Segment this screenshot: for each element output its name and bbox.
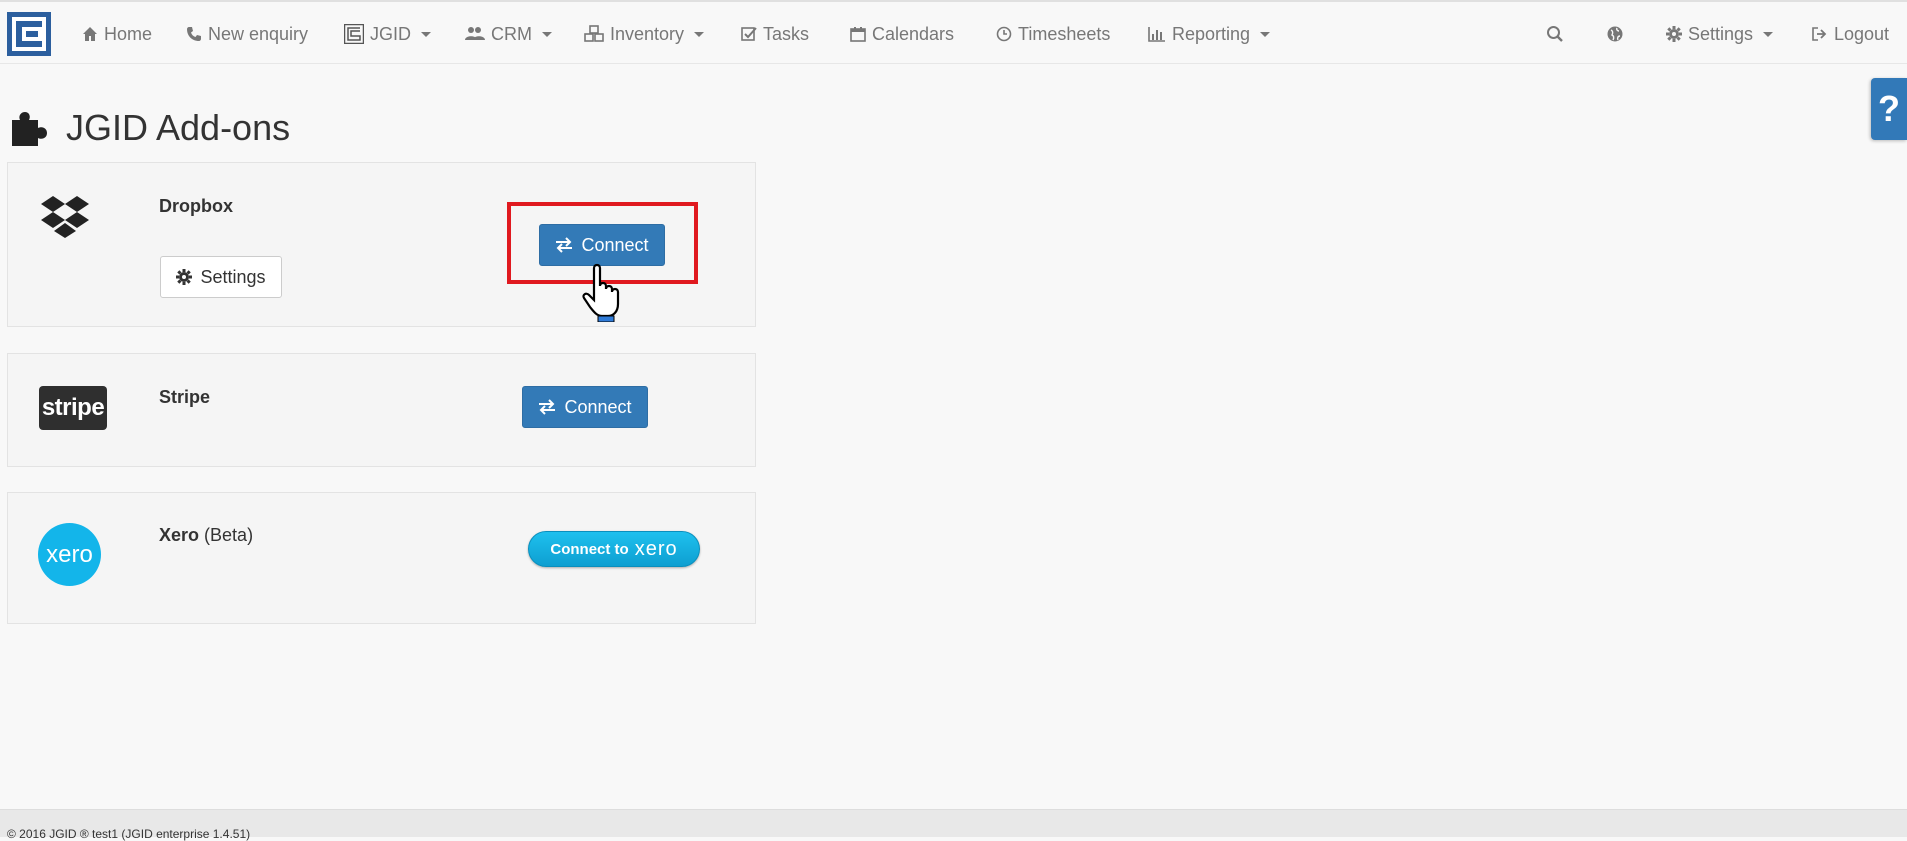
chevron-down-icon	[421, 31, 432, 37]
phone-icon	[187, 27, 201, 41]
bar-chart-icon	[1148, 27, 1165, 42]
footer: © 2016 JGID ® test1 (JGID enterprise 1.4…	[0, 809, 1907, 841]
xero-logo-text: xero	[46, 540, 93, 568]
search-icon	[1547, 26, 1563, 42]
dropbox-icon	[41, 196, 89, 238]
nav-settings[interactable]: Settings	[1666, 22, 1774, 46]
nav-home-label: Home	[104, 23, 153, 44]
calendar-icon	[850, 27, 866, 42]
nav-home[interactable]: Home	[82, 22, 152, 46]
hand-pointer-icon	[582, 263, 620, 322]
nav-inventory[interactable]: Inventory	[584, 22, 705, 46]
nav-language[interactable]	[1606, 22, 1624, 46]
cubes-icon	[584, 25, 604, 42]
nav-logout[interactable]: Logout	[1811, 22, 1889, 46]
nav-reporting-label: Reporting	[1172, 23, 1251, 44]
addon-name-dropbox: Dropbox	[159, 196, 233, 217]
addon-title-stripe: Stripe	[159, 387, 211, 407]
addon-name-stripe: Stripe	[159, 387, 210, 408]
nav-calendars[interactable]: Calendars	[850, 22, 954, 46]
exchange-icon	[539, 399, 556, 415]
help-tab[interactable]: ?	[1871, 78, 1907, 140]
users-icon	[465, 27, 485, 40]
nav-new-enquiry[interactable]: New enquiry	[186, 22, 308, 46]
page-title: JGID Add-ons	[12, 104, 290, 152]
nav-tasks[interactable]: Tasks	[741, 22, 809, 46]
nav-crm[interactable]: CRM	[465, 22, 552, 46]
footer-text: © 2016 JGID ® test1 (JGID enterprise 1.4…	[7, 827, 251, 841]
stripe-logo: stripe	[39, 386, 107, 430]
addon-title-xero: Xero	[159, 525, 200, 545]
nav-settings-label: Settings	[1688, 23, 1754, 44]
check-square-icon	[741, 27, 757, 41]
page-heading: JGID Add-ons	[66, 107, 291, 148]
stripe-connect-button[interactable]: Connect	[522, 386, 648, 428]
xero-connect-brand: xero	[634, 537, 678, 560]
addon-beta-tag: (Beta)	[204, 525, 254, 545]
xero-connect-prefix: Connect to	[550, 540, 629, 558]
sign-out-icon	[1812, 27, 1827, 41]
addon-card-xero: xero Xero (Beta) Connect to xero	[7, 492, 756, 624]
addon-card-stripe: stripe Stripe Connect	[7, 353, 756, 467]
nav-new-enquiry-label: New enquiry	[208, 23, 309, 44]
help-label: ?	[1878, 88, 1900, 129]
nav-timesheets-label: Timesheets	[1018, 23, 1111, 44]
chevron-down-icon	[1763, 31, 1774, 37]
nav-reporting[interactable]: Reporting	[1148, 22, 1271, 46]
nav-timesheets[interactable]: Timesheets	[996, 22, 1110, 46]
chevron-down-icon	[1260, 31, 1271, 37]
clock-icon	[996, 26, 1012, 42]
nav-crm-label: CRM	[491, 23, 532, 44]
nav-logout-label: Logout	[1834, 23, 1890, 44]
chevron-down-icon	[542, 31, 552, 37]
nav-inventory-label: Inventory	[610, 23, 685, 44]
nav-jgid[interactable]: JGID	[344, 22, 432, 46]
gear-icon	[1666, 26, 1682, 42]
nav-search[interactable]	[1546, 22, 1564, 46]
dropbox-settings-button[interactable]: Settings	[160, 256, 282, 298]
nav-calendars-label: Calendars	[872, 23, 955, 44]
gear-icon	[176, 269, 193, 285]
nav-jgid-label: JGID	[370, 23, 412, 44]
home-icon	[83, 27, 97, 41]
addon-name-xero: Xero (Beta)	[159, 525, 253, 546]
chevron-down-icon	[694, 31, 705, 37]
top-navbar: Home New enquiry JGID CRM Inventory Task…	[0, 0, 1907, 64]
jgid-icon	[344, 24, 364, 44]
globe-icon	[1607, 26, 1623, 42]
xero-logo: xero	[38, 523, 101, 586]
puzzle-icon	[12, 112, 47, 146]
jgid-logo[interactable]	[7, 12, 51, 56]
dropbox-settings-label: Settings	[200, 266, 266, 287]
addon-title-dropbox: Dropbox	[159, 196, 233, 216]
nav-tasks-label: Tasks	[763, 23, 810, 44]
stripe-logo-text: stripe	[41, 394, 105, 421]
stripe-connect-label: Connect	[564, 396, 632, 417]
xero-connect-button[interactable]: Connect to xero	[528, 531, 700, 567]
